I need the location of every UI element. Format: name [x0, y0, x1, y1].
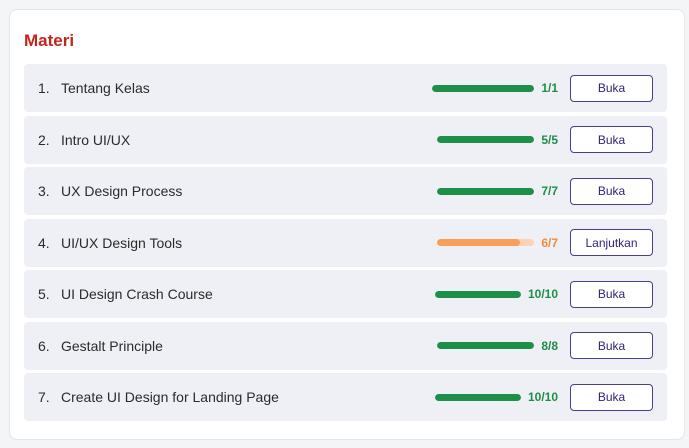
module-number: 1. [38, 80, 50, 96]
module-row: 5. UI Design Crash Course 10/10 Buka [24, 270, 667, 318]
progress-bar [434, 290, 521, 298]
materi-card: Materi 1. Tentang Kelas 1/1 Buka 2. Intro UI/… [9, 9, 685, 440]
progress-bar [437, 187, 535, 195]
module-progress: 1/1 [432, 81, 558, 95]
module-row: 1. Tentang Kelas 1/1 Buka [24, 64, 667, 112]
progress-bar [437, 342, 535, 349]
module-progress: 6/7 [437, 236, 558, 250]
module-number: 6. [38, 337, 50, 354]
open-button[interactable]: Buka [570, 280, 653, 308]
progress-bar-fill [437, 136, 535, 143]
section-title: Materi [24, 31, 75, 50]
module-title: Tentang Kelas [61, 80, 150, 96]
module-progress: 8/8 [437, 339, 558, 353]
module-list: 1. Tentang Kelas 1/1 Buka 2. Intro UI/UX 5/5 Bu… [24, 64, 667, 425]
module-number: 7. [38, 389, 50, 405]
progress-count: 10/10 [527, 390, 558, 404]
module-title: Create UI Design for Landing Page [61, 389, 279, 405]
progress-bar-fill [434, 290, 521, 298]
module-title: Intro UI/UX [61, 131, 131, 148]
progress-bar-fill [437, 187, 535, 195]
progress-bar-fill [437, 239, 521, 246]
open-button[interactable]: Buka [570, 126, 653, 153]
module-number: 5. [38, 286, 50, 302]
module-title: UI/UX Design Tools [61, 234, 183, 251]
progress-count: 8/8 [541, 338, 558, 353]
module-row: 6. Gestalt Principle 8/8 Buka [24, 321, 667, 370]
module-number: 3. [38, 183, 50, 199]
module-row: 4. UI/UX Design Tools 6/7 Lanjutkan [24, 218, 667, 267]
module-title: Gestalt Principle [61, 337, 163, 354]
open-button[interactable]: Buka [570, 177, 653, 205]
progress-count: 5/5 [541, 132, 558, 147]
progress-count: 6/7 [541, 235, 558, 250]
module-title: UI Design Crash Course [61, 286, 213, 302]
progress-bar [432, 84, 535, 92]
progress-bar [437, 136, 535, 143]
module-title: UX Design Process [61, 183, 183, 199]
progress-bar-fill [432, 84, 535, 92]
module-progress: 10/10 [434, 390, 558, 404]
module-number: 2. [38, 131, 50, 148]
open-button[interactable]: Buka [570, 74, 653, 102]
progress-count: 1/1 [541, 81, 558, 95]
module-progress: 7/7 [437, 184, 558, 198]
module-number: 4. [38, 234, 50, 251]
open-button[interactable]: Buka [570, 383, 653, 411]
module-progress: 5/5 [437, 133, 558, 147]
progress-bar [437, 239, 535, 246]
continue-button[interactable]: Lanjutkan [570, 229, 653, 256]
module-row: 3. UX Design Process 7/7 Buka [24, 167, 667, 215]
module-progress: 10/10 [434, 287, 558, 301]
progress-bar-fill [434, 393, 521, 401]
progress-count: 7/7 [541, 184, 558, 198]
progress-bar-fill [437, 342, 535, 349]
open-button[interactable]: Buka [570, 332, 653, 359]
progress-count: 10/10 [527, 287, 558, 301]
module-row: 7. Create UI Design for Landing Page 10/10… [24, 373, 667, 421]
module-row: 2. Intro UI/UX 5/5 Buka [24, 115, 667, 164]
progress-bar [434, 393, 521, 401]
